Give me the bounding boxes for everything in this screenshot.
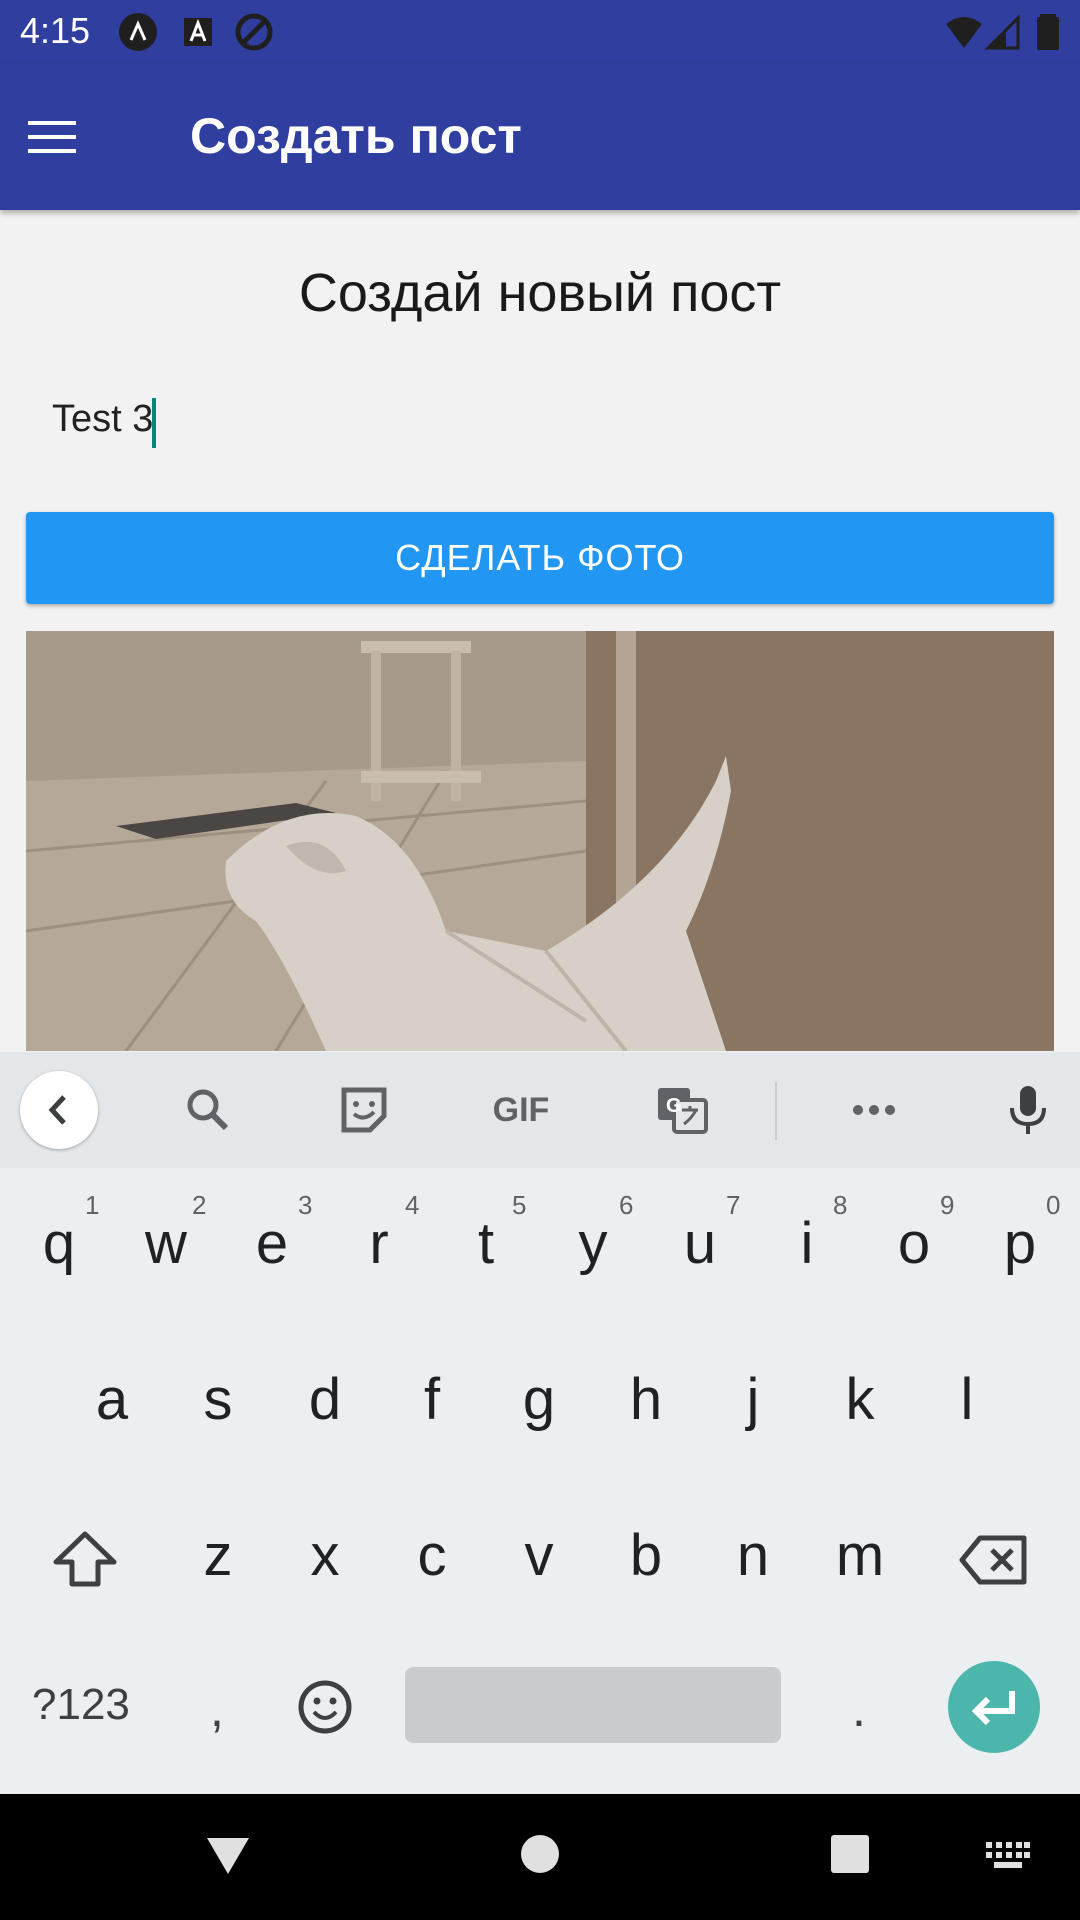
keyboard-switch-icon[interactable] — [986, 1842, 1030, 1870]
backspace-icon[interactable] — [958, 1532, 1030, 1588]
key-f[interactable]: f — [382, 1366, 482, 1433]
hamburger-menu-icon[interactable] — [28, 121, 76, 153]
key-x[interactable]: x — [275, 1522, 375, 1589]
take-photo-button[interactable]: СДЕЛАТЬ ФОТО — [26, 512, 1054, 604]
shift-icon[interactable] — [52, 1528, 118, 1588]
key-z[interactable]: z — [168, 1522, 268, 1589]
enter-icon — [971, 1691, 1015, 1726]
key-m[interactable]: m — [810, 1522, 910, 1589]
gif-icon[interactable]: GIF — [486, 1082, 556, 1138]
key-hint-9: 9 — [940, 1190, 955, 1220]
app-bar-title: Создать пост — [190, 108, 522, 164]
microphone-icon[interactable] — [1000, 1082, 1056, 1138]
toolbar-divider — [775, 1082, 777, 1140]
key-hint-5: 5 — [512, 1190, 527, 1220]
key-k[interactable]: k — [810, 1366, 910, 1433]
cell-signal-icon — [984, 14, 1020, 50]
back-icon[interactable] — [205, 1836, 251, 1876]
more-icon[interactable] — [846, 1082, 902, 1138]
wifi-icon — [946, 17, 982, 48]
keyboard-toolbar: GIF G — [0, 1052, 1080, 1168]
battery-icon — [1037, 14, 1059, 50]
app-bar: Создать пост — [0, 63, 1080, 210]
key-v[interactable]: v — [489, 1522, 589, 1589]
key-g[interactable]: g — [489, 1366, 589, 1433]
text-cursor — [152, 398, 156, 448]
page-heading: Создай новый пост — [298, 263, 782, 323]
key-hint-3: 3 — [298, 1190, 313, 1220]
key-s[interactable]: s — [168, 1366, 268, 1433]
search-icon[interactable] — [180, 1082, 236, 1138]
space-key[interactable] — [405, 1667, 781, 1743]
period-key[interactable]: . — [852, 1680, 866, 1738]
key-n[interactable]: n — [703, 1522, 803, 1589]
key-j[interactable]: j — [703, 1366, 803, 1433]
key-hint-8: 8 — [833, 1190, 848, 1220]
navigation-bar — [0, 1794, 1080, 1920]
translate-icon[interactable]: G — [654, 1082, 710, 1138]
key-hint-2: 2 — [192, 1190, 207, 1220]
key-hint-7: 7 — [726, 1190, 741, 1220]
home-icon[interactable] — [520, 1834, 560, 1874]
key-h[interactable]: h — [596, 1366, 696, 1433]
key-b[interactable]: b — [596, 1522, 696, 1589]
post-title-input[interactable]: Test 3 — [52, 398, 153, 441]
sticker-icon[interactable] — [336, 1082, 392, 1138]
svg-text:G: G — [666, 1095, 682, 1117]
key-l[interactable]: l — [917, 1366, 1017, 1433]
comma-key[interactable]: , — [210, 1680, 224, 1738]
text-a-icon — [184, 18, 212, 46]
recents-icon[interactable] — [830, 1834, 870, 1874]
emoji-icon[interactable] — [296, 1678, 354, 1736]
key-hint-6: 6 — [619, 1190, 634, 1220]
chevron-left-icon[interactable] — [20, 1071, 98, 1149]
assistant-icon — [119, 13, 157, 51]
status-bar: 4:15 — [0, 0, 1080, 63]
enter-key[interactable] — [948, 1661, 1040, 1753]
photo-preview — [26, 631, 1054, 1051]
key-hint-4: 4 — [405, 1190, 420, 1220]
key-c[interactable]: c — [382, 1522, 482, 1589]
key-a[interactable]: a — [62, 1366, 162, 1433]
key-d[interactable]: d — [275, 1366, 375, 1433]
key-hint-1: 1 — [85, 1190, 100, 1220]
key-hint-0: 0 — [1046, 1190, 1061, 1220]
status-time: 4:15 — [20, 10, 91, 51]
sync-icon — [235, 13, 273, 51]
symbols-key[interactable]: ?123 — [32, 1680, 130, 1730]
